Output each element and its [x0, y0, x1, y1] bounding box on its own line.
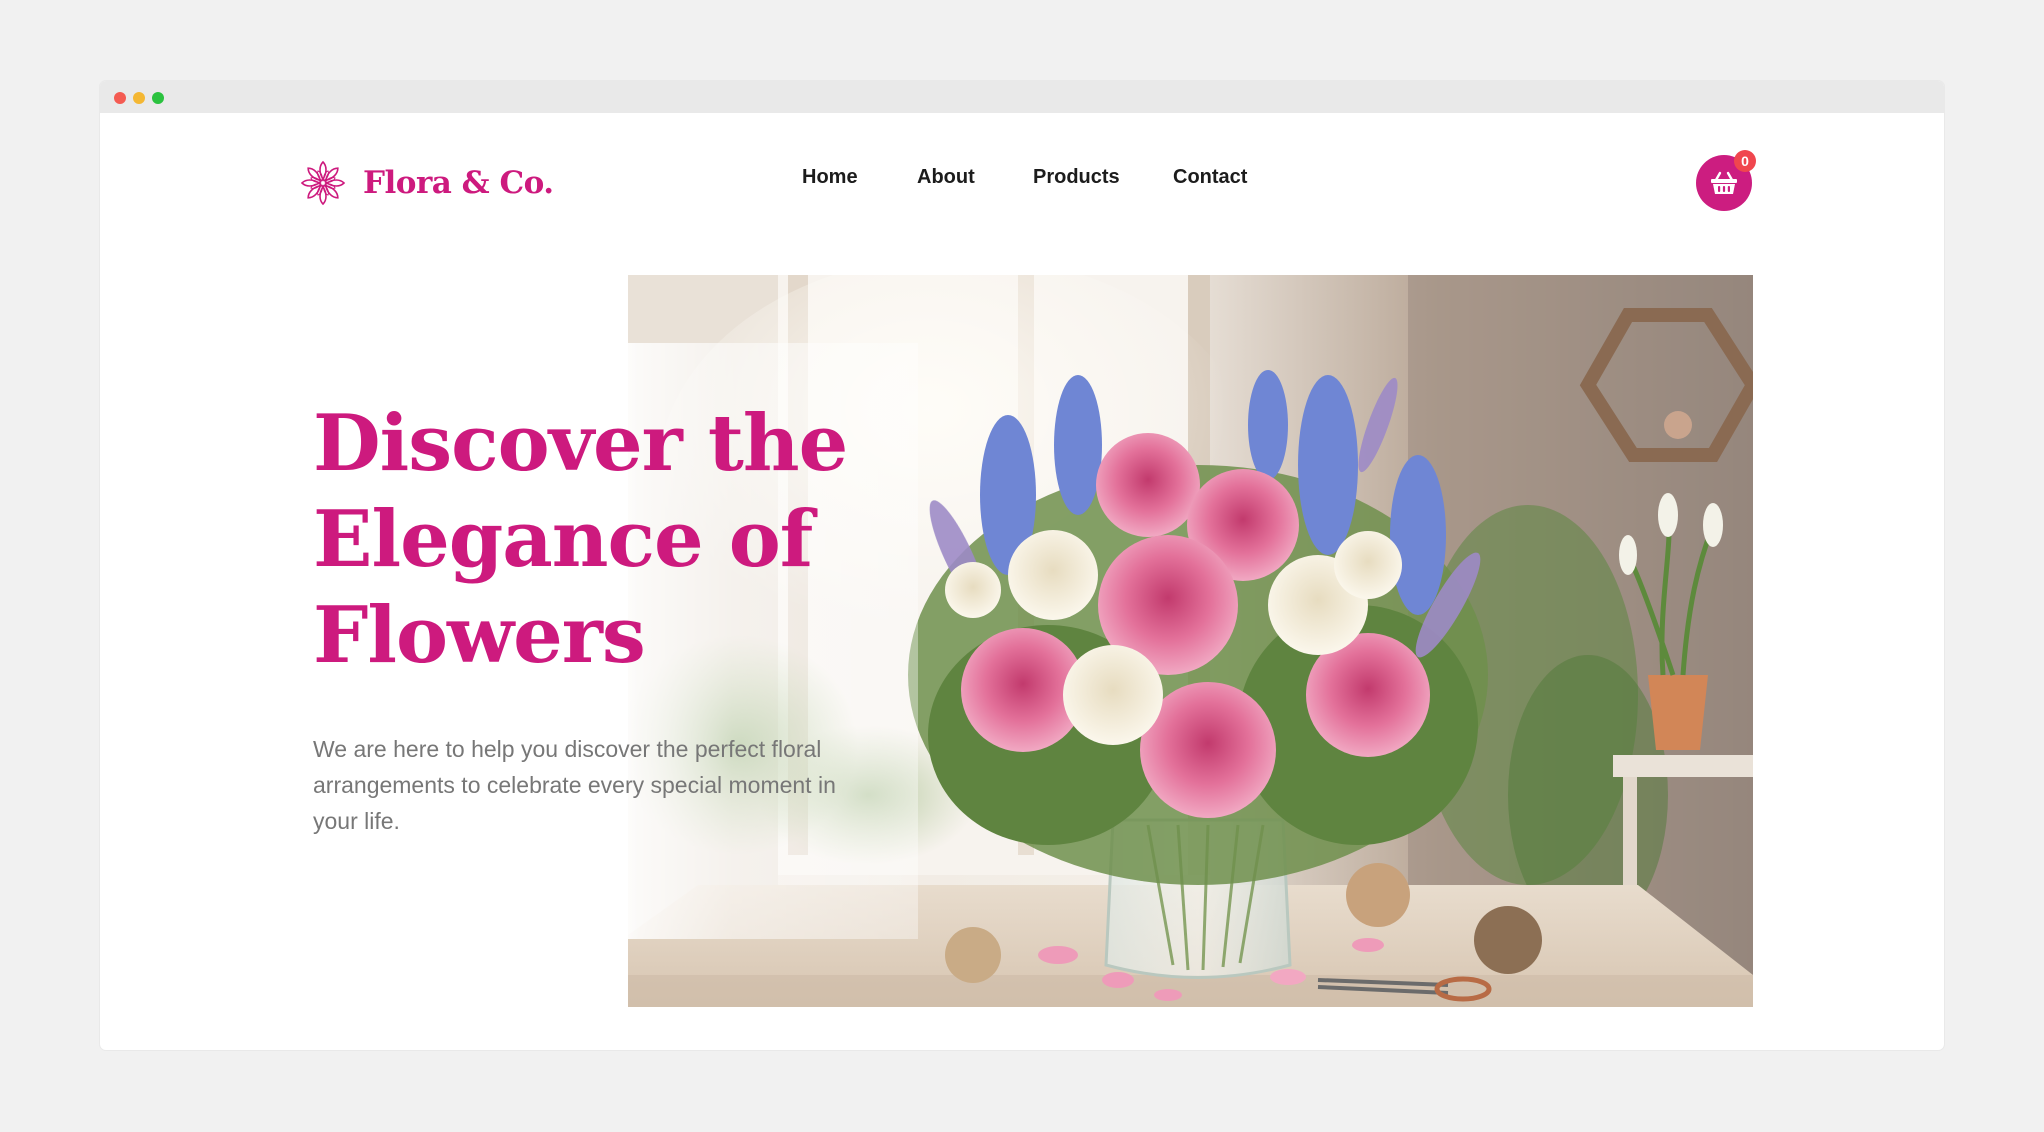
brand-logo-link[interactable]: Flora & Co.: [299, 158, 554, 208]
window-titlebar: [100, 81, 1944, 113]
nav-link-products[interactable]: Products: [1033, 161, 1120, 193]
basket-icon: [1711, 171, 1737, 194]
brand-name: Flora & Co.: [363, 165, 554, 201]
flower-logo-icon: [300, 160, 346, 206]
maximize-window-button[interactable]: [152, 92, 164, 104]
close-window-button[interactable]: [114, 92, 126, 104]
nav-link-home[interactable]: Home: [802, 161, 858, 193]
minimize-window-button[interactable]: [133, 92, 145, 104]
hero-description: We are here to help you discover the per…: [313, 736, 836, 834]
browser-window: Flora & Co. Home About Products Contact …: [100, 81, 1944, 1050]
nav-link-about[interactable]: About: [917, 161, 975, 193]
hero-title: Discover the Elegance of Flowers: [313, 398, 848, 681]
nav-link-contact[interactable]: Contact: [1173, 161, 1247, 193]
cart-count-badge: 0: [1734, 150, 1756, 172]
